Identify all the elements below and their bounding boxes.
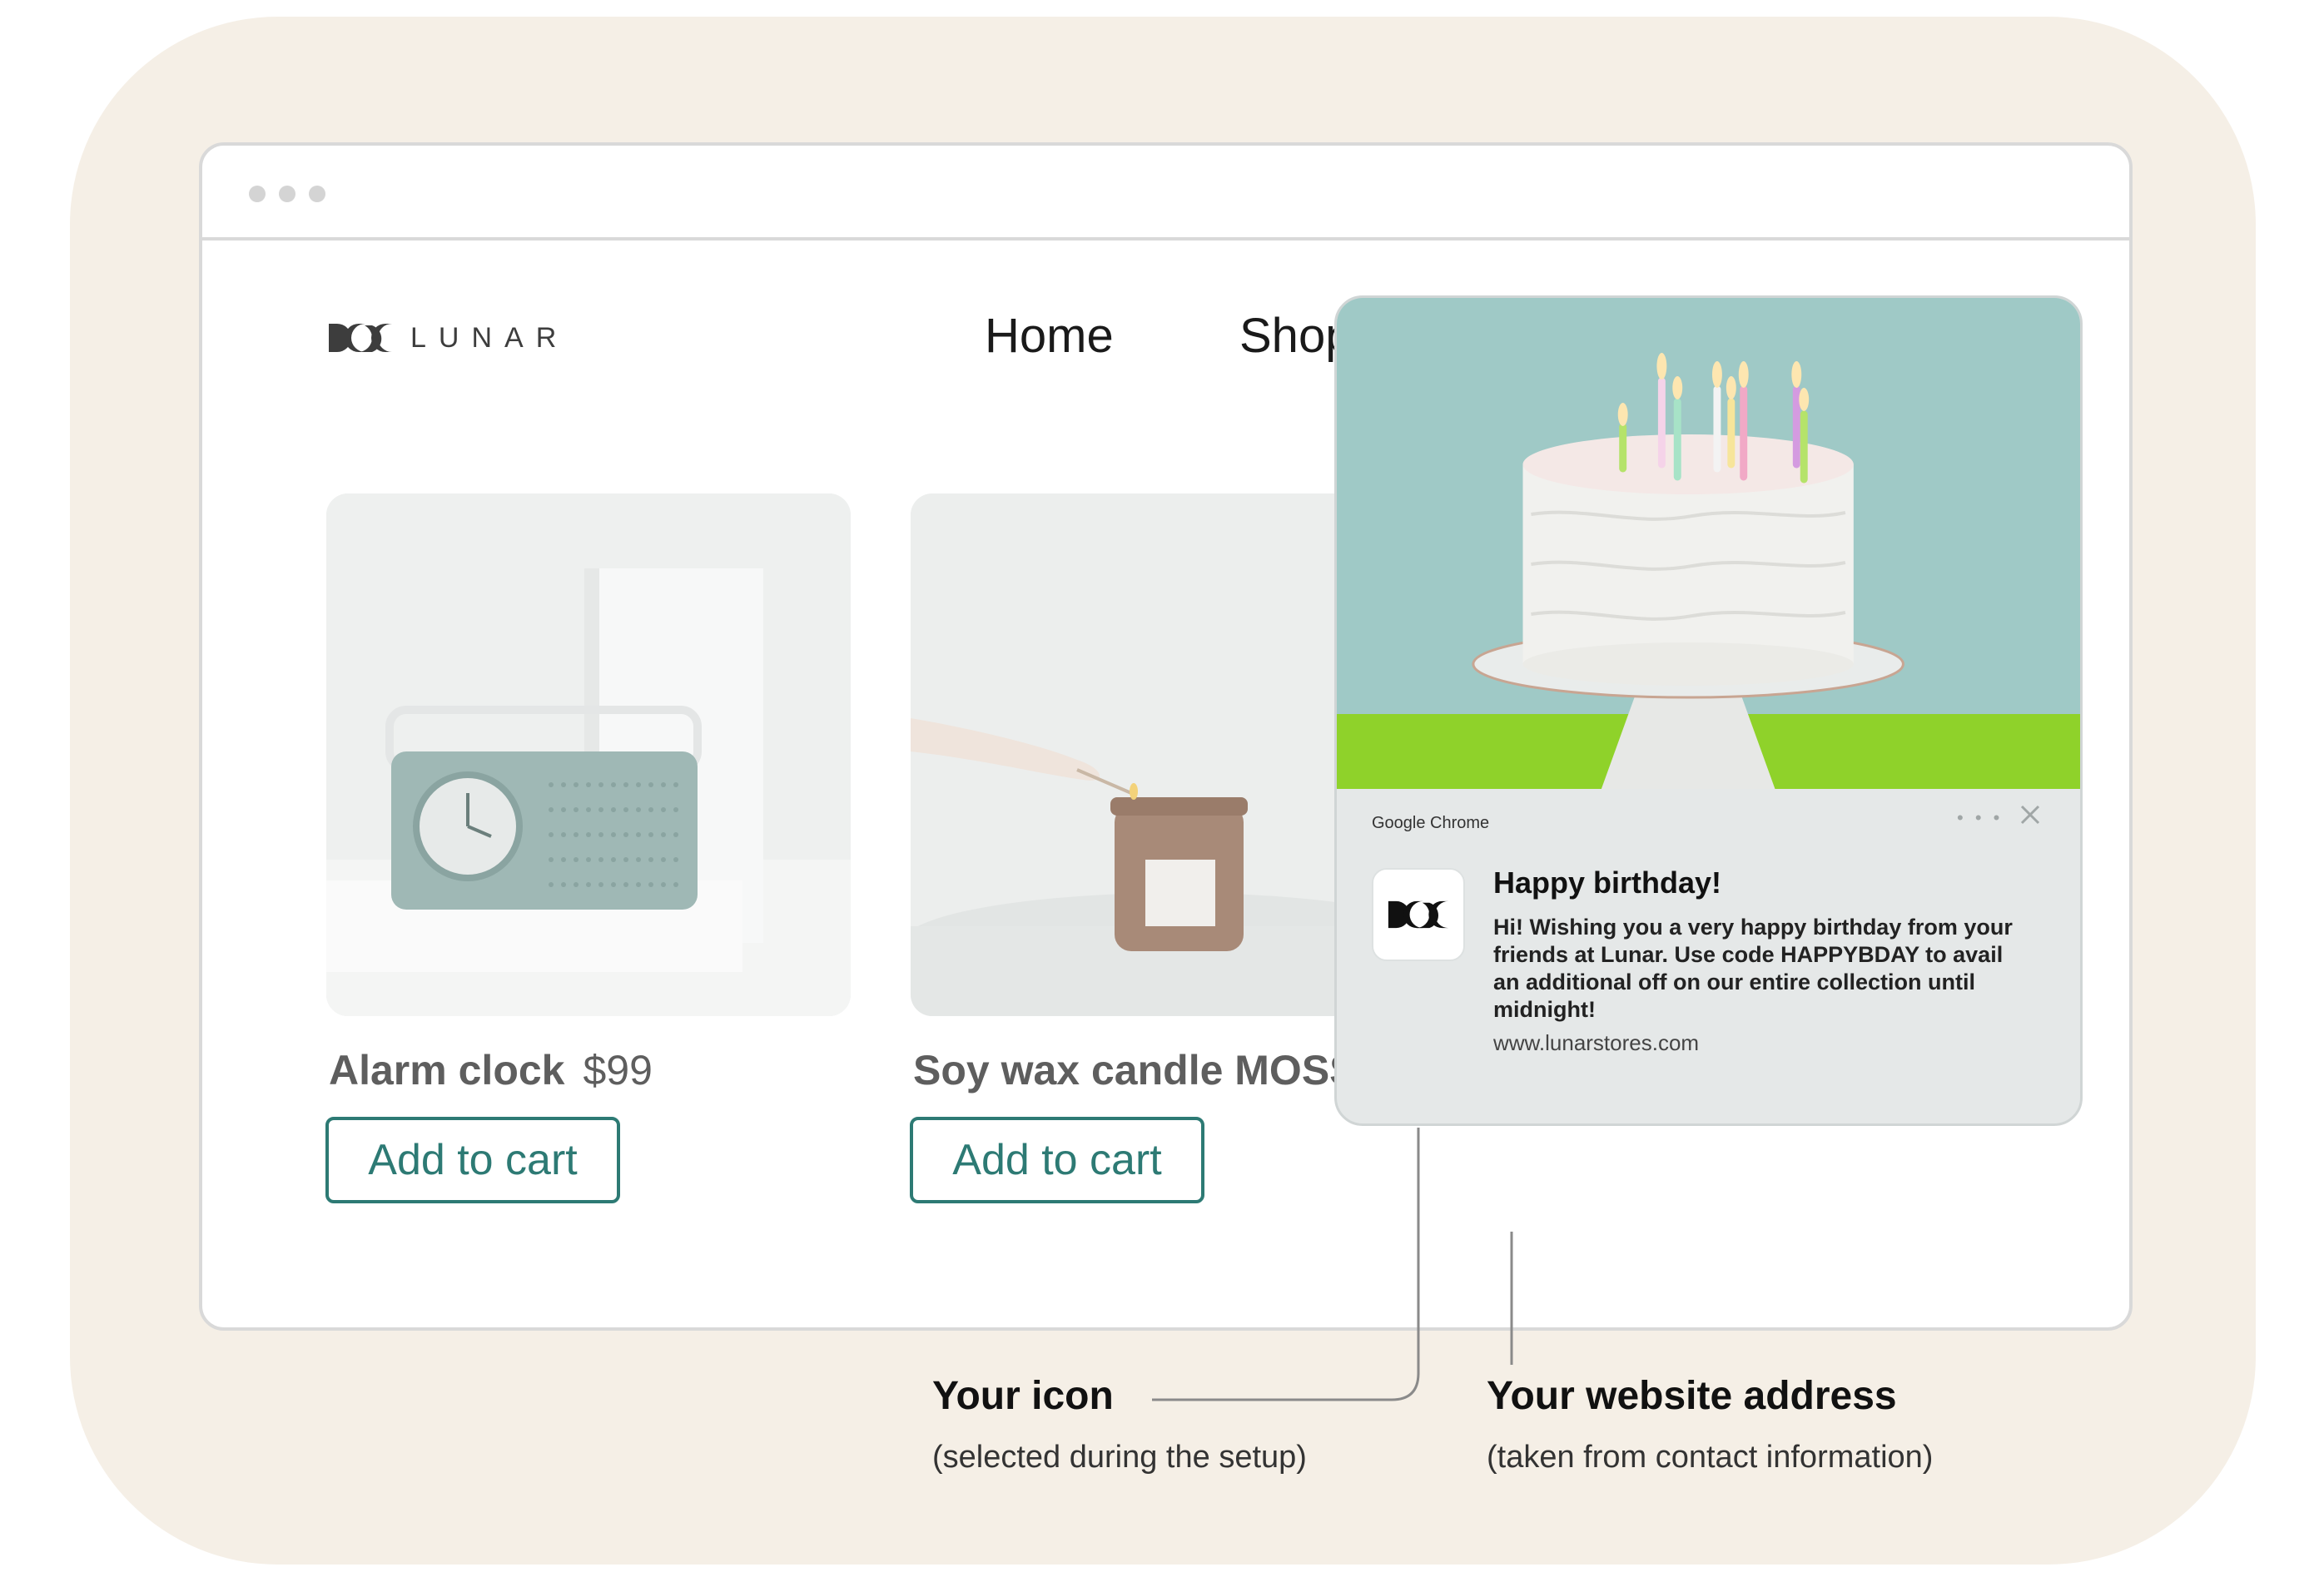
product-price: $99: [583, 1047, 653, 1094]
product-title[interactable]: Alarm clock $99: [329, 1046, 653, 1094]
product-image-alarm-clock[interactable]: [326, 493, 851, 1016]
lunar-logo-icon: [329, 324, 392, 352]
notification-title: Happy birthday!: [1493, 865, 1722, 900]
site-logo[interactable]: LUNAR: [327, 322, 569, 354]
nav-home[interactable]: Home: [985, 308, 1114, 364]
product-title[interactable]: Soy wax candle MOSS: [913, 1046, 1358, 1094]
lunar-logo-icon: [1388, 900, 1449, 929]
annotation-icon-subtitle: (selected during the setup): [932, 1440, 1307, 1475]
add-to-cart-button[interactable]: Add to cart: [325, 1117, 620, 1203]
logo-wordmark: LUNAR: [410, 321, 569, 354]
notification-app-icon: [1372, 868, 1465, 961]
close-icon[interactable]: [2018, 802, 2043, 827]
product-name: Soy wax candle MOSS: [913, 1047, 1358, 1094]
more-options-icon[interactable]: • • •: [1957, 807, 2003, 829]
notification-url: www.lunarstores.com: [1493, 1030, 1700, 1055]
window-dot: [309, 186, 325, 202]
add-to-cart-button[interactable]: Add to cart: [910, 1117, 1204, 1203]
window-dot: [279, 186, 295, 202]
notification-image-birthday-cake: [1337, 298, 2080, 789]
notification-body: Hi! Wishing you a very happy birthday fr…: [1493, 915, 2013, 1022]
push-notification[interactable]: Google Chrome • • • Happy birthday! Hi! …: [1334, 295, 2083, 1126]
browser-title-bar: [202, 146, 2129, 241]
product-name: Alarm clock: [329, 1047, 565, 1094]
notification-source: Google Chrome: [1372, 814, 1490, 832]
window-dot: [249, 186, 266, 202]
annotation-address-subtitle: (taken from contact information): [1487, 1440, 1934, 1475]
annotation-icon-title: Your icon: [932, 1374, 1114, 1418]
annotation-address-title: Your website address: [1487, 1374, 1897, 1418]
